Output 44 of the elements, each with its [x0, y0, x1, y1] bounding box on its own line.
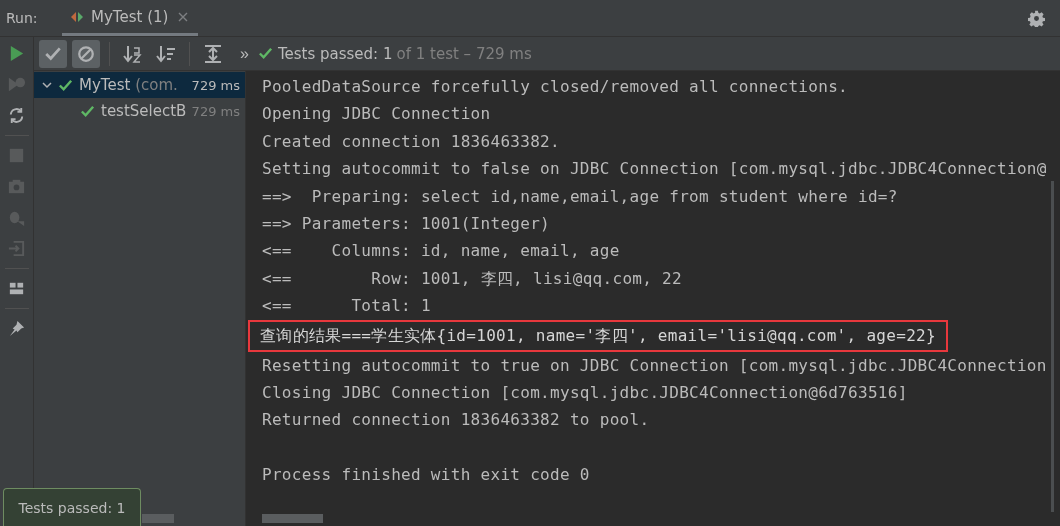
tests-passed-status: Tests passed: 1	[277, 44, 393, 63]
console-line: Resetting autocommit to true on JDBC Connection [com.mysql.jdbc.JDBC4Connection	[262, 354, 1048, 377]
tree-item[interactable]: testSelectB 729 ms	[34, 98, 245, 124]
sort-duration-icon[interactable]	[156, 43, 176, 64]
run-config-icon	[70, 10, 84, 23]
scrollbar-thumb[interactable]	[262, 514, 323, 523]
check-icon	[257, 46, 273, 61]
console-line: Opening JDBC Connection	[262, 103, 492, 126]
run-tab[interactable]: MyTest (1)	[62, 0, 199, 36]
console-line: ==> Parameters: 1001(Integer)	[262, 212, 552, 235]
show-passed-toggle[interactable]	[39, 39, 67, 68]
auto-test-icon[interactable]	[7, 106, 26, 125]
tree-item[interactable]: MyTest (com. 729 ms	[34, 72, 245, 98]
console-line: PooledDataSource forcefully closed/removed all connections.	[262, 76, 850, 98]
console-line: Created connection 1836463382.	[262, 130, 561, 153]
no-entry-icon	[77, 44, 95, 63]
sort-alpha-icon[interactable]	[123, 43, 143, 64]
expand-collapse-icon[interactable]	[203, 43, 223, 64]
check-icon	[80, 103, 95, 119]
console-line: Returned connection 1836463382 to pool.	[262, 409, 651, 432]
console-line: ==> Preparing: select id,name,email,age from student where id=?	[262, 185, 899, 208]
console-line: Closing JDBC Connection [com.mysql.jdbc.JDBC4Connection@6d763516]	[262, 381, 909, 404]
console-line: Setting autocommit to false on JDBC Connection [com.mysql.jdbc.JDBC4Connection@	[262, 158, 1048, 181]
console-line: Process finished with exit code 0	[262, 464, 591, 487]
run-label: Run:	[5, 10, 39, 26]
tests-passed-toast: Tests passed: 1	[3, 488, 141, 526]
scrollbar-thumb[interactable]	[142, 514, 174, 523]
test-name: testSelectB	[101, 102, 186, 120]
test-duration-status: of 1 test – 729 ms	[396, 44, 532, 63]
console-line: <== Columns: id, name, email, age	[262, 240, 621, 263]
console-line: 查询的结果===学生实体{id=1001, name='李四', email='lisi@qq.com', age=22}	[250, 321, 946, 350]
console-line: <== Row: 1001, 李四, lisi@qq.com, 22	[262, 267, 683, 290]
test-time: 729 ms	[191, 77, 241, 93]
test-time: 729 ms	[191, 103, 241, 119]
scrollbar-track[interactable]	[1051, 181, 1054, 512]
chevron-icon[interactable]	[42, 80, 52, 90]
pin-icon[interactable]	[7, 319, 26, 338]
show-ignored-toggle[interactable]	[72, 39, 100, 68]
check-icon	[58, 77, 73, 93]
console-line: <== Total: 1	[262, 295, 432, 318]
close-icon[interactable]	[178, 11, 189, 22]
settings-icon[interactable]	[1028, 9, 1045, 27]
more-button[interactable]: »	[236, 44, 253, 63]
test-name: MyTest (com.	[79, 76, 179, 94]
